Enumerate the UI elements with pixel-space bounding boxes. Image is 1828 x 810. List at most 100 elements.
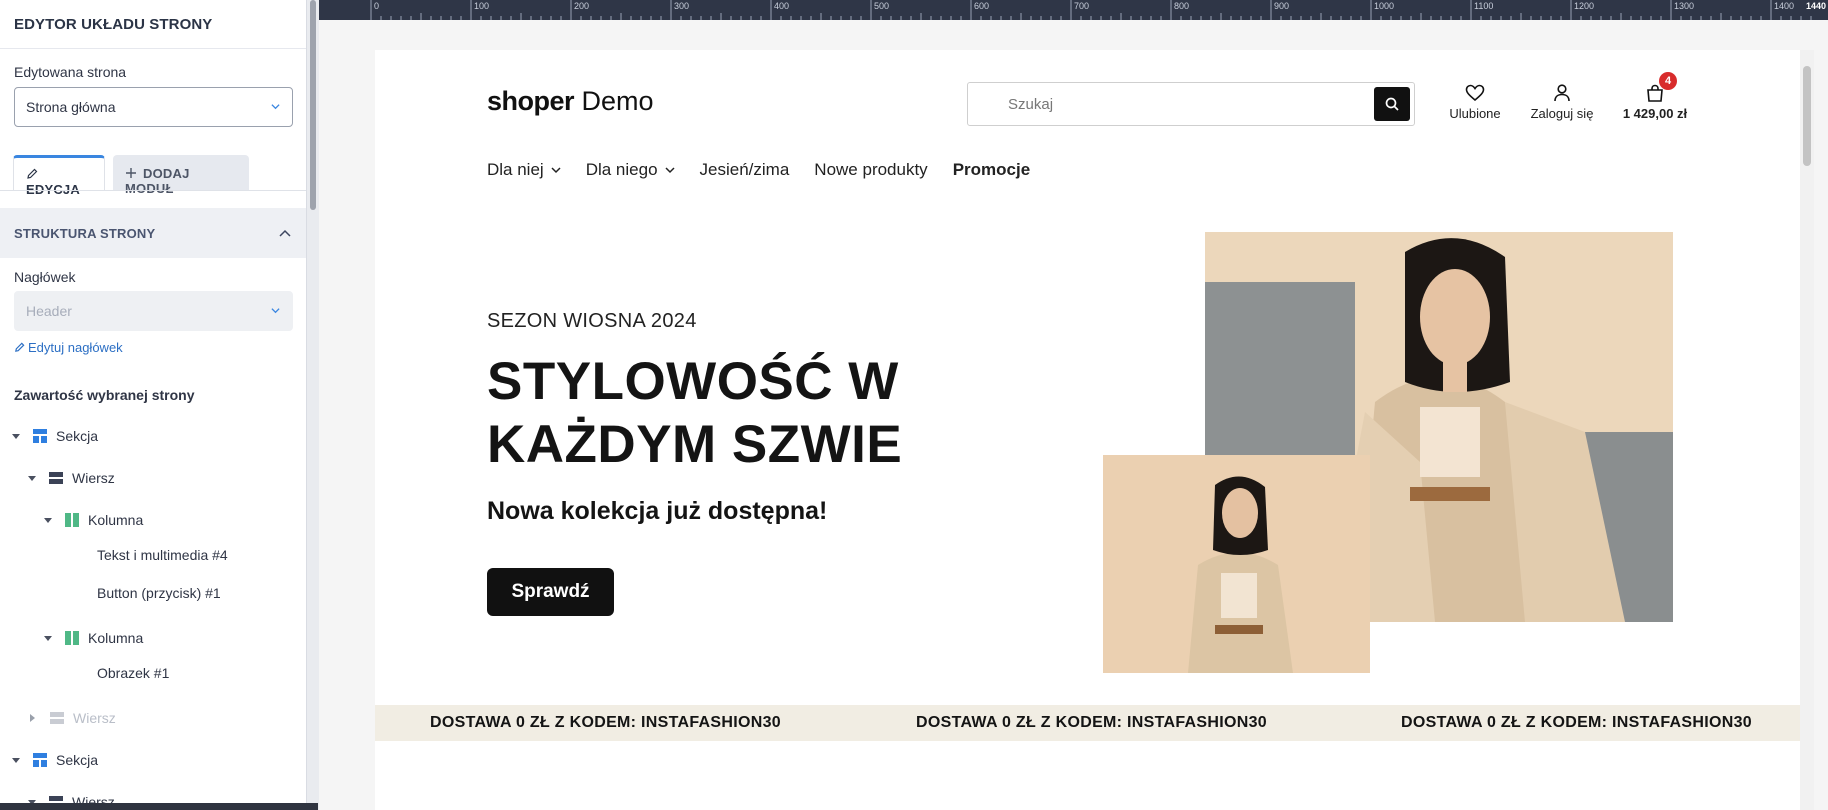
nav-item-label: Dla niego (585, 160, 658, 179)
hero-cta-button[interactable]: Sprawdź (487, 568, 614, 616)
caret-right-icon (30, 714, 35, 722)
store-logo[interactable]: shoper Demo (487, 86, 654, 117)
search-button[interactable] (1374, 87, 1410, 121)
ruler-label: 800 (1174, 1, 1189, 11)
nav-item-label: Dla niej (487, 160, 544, 179)
preview-scrollbar[interactable] (1800, 50, 1814, 810)
tree-item-row[interactable]: Wiersz (28, 468, 115, 488)
sidebar-scrollbar[interactable] (307, 0, 319, 810)
layout-editor-sidebar: EDYTOR UKŁADU STRONY Edytowana strona St… (0, 0, 307, 810)
hero-photo-small (1103, 455, 1370, 673)
main-navigation: Dla niej Dla niego Jesień/zima Nowe prod… (487, 160, 1055, 180)
cart-total: 1 429,00 zł (1622, 106, 1688, 121)
heart-icon (1465, 84, 1485, 102)
bottom-bar (0, 803, 318, 810)
chevron-down-icon (271, 104, 280, 110)
ruler-label: 1300 (1674, 1, 1694, 11)
promo-banner: DOSTAWA 0 ZŁ Z KODEM: INSTAFASHION30 DOS… (375, 705, 1800, 741)
tabs-divider (0, 190, 306, 191)
nav-item-dla-niej[interactable]: Dla niej (487, 160, 561, 180)
user-icon (1554, 84, 1570, 102)
header-select: Header (14, 291, 293, 331)
edited-page-value: Strona główna (26, 99, 116, 115)
search-icon (1385, 97, 1399, 111)
promo-banner-text: DOSTAWA 0 ZŁ Z KODEM: INSTAFASHION30 (1401, 714, 1752, 731)
tree-item-section[interactable]: Sekcja (12, 426, 98, 446)
tree-item-module[interactable]: Button (przycisk) #1 (97, 583, 221, 603)
tree-item-column[interactable]: Kolumna (44, 628, 143, 648)
tree-item-label: Obrazek #1 (97, 665, 170, 681)
chevron-down-icon (271, 308, 280, 314)
header-value: Header (26, 303, 72, 319)
favorites-button[interactable]: Ulubione (1445, 84, 1505, 121)
ruler-label: 900 (1274, 1, 1289, 11)
tree-item-label: Kolumna (88, 630, 144, 646)
column-icon (65, 631, 79, 645)
ruler-label: 300 (674, 1, 689, 11)
hero-headline: STYLOWOŚĆ W KAŻDYM SZWIE (487, 352, 903, 474)
tree-item-label: Wiersz (73, 710, 116, 726)
structure-title: STRUKTURA STRONY (14, 226, 156, 241)
login-label: Zaloguj się (1530, 106, 1594, 121)
page-content-title: Zawartość wybranej strony (14, 387, 195, 403)
tree-item-label: Wiersz (72, 470, 115, 486)
nav-item-label: Jesień/zima (699, 160, 790, 179)
tree-item-label: Button (przycisk) #1 (97, 585, 221, 601)
search-input[interactable] (1008, 93, 1348, 115)
tree-item-label: Kolumna (88, 512, 144, 528)
caret-down-icon (44, 635, 52, 641)
hero-season: SEZON WIOSNA 2024 (487, 310, 697, 332)
tree-item-column[interactable]: Kolumna (44, 510, 143, 530)
header-label: Nagłówek (14, 269, 76, 285)
row-icon (49, 472, 63, 484)
column-icon (65, 513, 79, 527)
tree-item-row-hidden[interactable]: Wiersz (28, 708, 116, 728)
nav-item-dla-niego[interactable]: Dla niego (586, 160, 675, 180)
editor-title: EDYTOR UKŁADU STRONY (0, 0, 306, 49)
ruler-label: 600 (974, 1, 989, 11)
ruler-label: 1100 (1474, 1, 1493, 11)
caret-down-icon (28, 475, 36, 481)
pencil-icon (15, 342, 25, 352)
tree-item-label: Tekst i multimedia #4 (97, 547, 228, 563)
plus-icon (126, 168, 136, 178)
edited-page-select[interactable]: Strona główna (14, 87, 293, 127)
cart-button[interactable]: 4 1 429,00 zł (1620, 72, 1690, 121)
ruler-label: 500 (874, 1, 889, 11)
edited-page-label: Edytowana strona (14, 64, 127, 80)
section-icon (33, 753, 47, 767)
nav-item-nowe-produkty[interactable]: Nowe produkty (814, 160, 927, 180)
ruler-label: 200 (574, 1, 589, 11)
promo-banner-text: DOSTAWA 0 ZŁ Z KODEM: INSTAFASHION30 (430, 714, 781, 731)
tree-item-label: Sekcja (56, 428, 99, 444)
chevron-up-icon (279, 229, 291, 237)
tab-edit[interactable]: EDYCJA (13, 155, 105, 197)
preview-scrollbar-thumb[interactable] (1803, 66, 1811, 166)
chevron-down-icon (551, 166, 561, 173)
ruler-label: 700 (1074, 1, 1089, 11)
ruler-label: 1200 (1574, 1, 1594, 11)
section-icon (33, 429, 47, 443)
structure-section-header[interactable]: STRUKTURA STRONY (0, 208, 306, 258)
nav-item-jesien-zima[interactable]: Jesień/zima (700, 160, 790, 180)
tree-item-module[interactable]: Obrazek #1 (97, 663, 169, 683)
login-button[interactable]: Zaloguj się (1527, 84, 1597, 121)
nav-item-label: Nowe produkty (814, 160, 928, 179)
nav-item-promocje[interactable]: Promocje (953, 160, 1030, 180)
row-icon (50, 712, 64, 724)
caret-down-icon (12, 433, 20, 439)
favorites-label: Ulubione (1449, 106, 1501, 121)
sidebar-scrollbar-thumb[interactable] (310, 0, 316, 210)
ruler-ticks: 0 100 200 300 400 500 600 700 800 900 1000 1100 1200… (370, 0, 1826, 20)
tree-item-section[interactable]: Sekcja (12, 750, 98, 770)
tree-item-module[interactable]: Tekst i multimedia #4 (97, 545, 228, 565)
caret-down-icon (44, 517, 52, 523)
horizontal-ruler: 0 100 200 300 400 500 600 700 800 900 1000 1100 1200… (319, 0, 1828, 20)
edit-header-link[interactable]: Edytuj nagłówek (14, 340, 123, 355)
ruler-label: 100 (474, 1, 489, 11)
hero-subheadline: Nowa kolekcja już dostępna! (487, 497, 828, 525)
logo-bold: shoper (487, 86, 575, 116)
tab-add-module[interactable]: DODAJ MODUŁ (113, 155, 249, 196)
pencil-icon (27, 168, 38, 179)
ruler-label: 1400 (1774, 1, 1794, 11)
